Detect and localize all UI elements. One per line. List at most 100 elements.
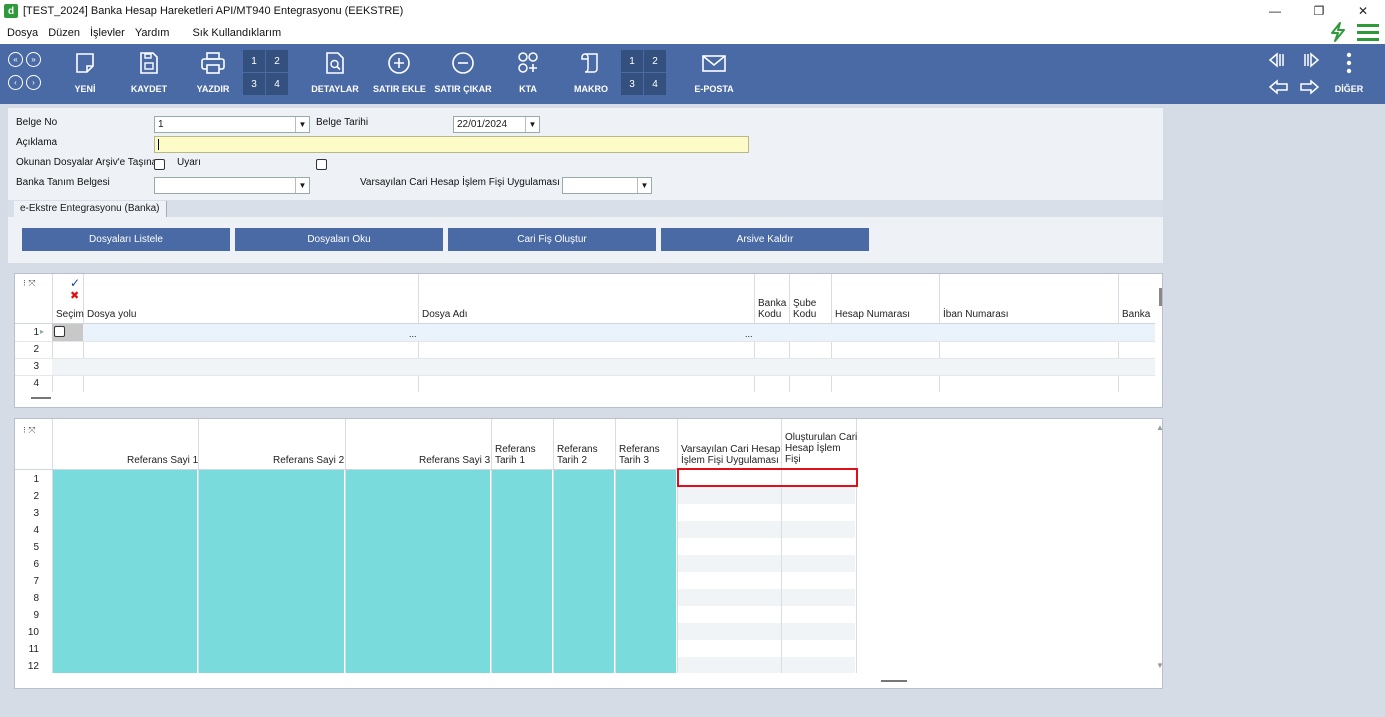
banka-tanim-select[interactable]: ▼: [154, 177, 310, 194]
aciklama-input[interactable]: [154, 136, 749, 153]
macro-2-button[interactable]: 2: [644, 50, 666, 72]
select-all-icon[interactable]: ✓: [70, 276, 80, 290]
chevron-down-icon[interactable]: ▼: [295, 178, 309, 193]
ref-tarih-3-column[interactable]: [616, 470, 676, 673]
row-select-checkbox[interactable]: [54, 326, 65, 337]
macro-1-button[interactable]: 1: [621, 50, 643, 72]
next-detail-icon[interactable]: [1298, 52, 1320, 71]
col-banka-kodu[interactable]: Banka Kodu: [758, 298, 786, 320]
path-browse-button[interactable]: ...: [409, 329, 417, 339]
row-number: 3: [33, 508, 39, 519]
resize-handle[interactable]: [31, 397, 51, 399]
macro-4-button[interactable]: 4: [644, 73, 666, 95]
col-referans-sayi-2[interactable]: Referans Sayi 2: [273, 455, 344, 466]
add-row-button[interactable]: SATIR EKLE: [373, 48, 426, 94]
grid-options-icon[interactable]: ⁝ ⤧: [23, 278, 36, 289]
last-record-icon[interactable]: »: [26, 52, 41, 67]
belge-no-value: 1: [158, 119, 164, 130]
minus-circle-icon: [434, 48, 492, 78]
calendar-dropdown-icon[interactable]: ▼: [525, 117, 539, 132]
first-record-icon[interactable]: «: [8, 52, 23, 67]
forward-arrow-icon[interactable]: [1298, 79, 1320, 98]
page-3-button[interactable]: 3: [243, 73, 265, 95]
details-button[interactable]: DETAYLAR: [310, 48, 360, 94]
highlighted-cell[interactable]: [677, 468, 858, 487]
ref-sayi-2-column[interactable]: [199, 470, 344, 673]
menu-dosya[interactable]: Dosya: [7, 27, 38, 39]
col-dosya-adi[interactable]: Dosya Adı: [422, 309, 468, 320]
vertical-scrollbar[interactable]: [1159, 288, 1162, 306]
prev-detail-icon[interactable]: [1268, 52, 1290, 71]
create-voucher-button[interactable]: Cari Fiş Oluştur: [448, 228, 656, 251]
action-bar: Dosyaları Listele Dosyaları Oku Cari Fiş…: [8, 217, 1163, 263]
archive-button[interactable]: Arsive Kaldır: [661, 228, 869, 251]
ref-sayi-1-column[interactable]: [53, 470, 197, 673]
more-button[interactable]: DİĞER: [1332, 48, 1366, 94]
deselect-all-icon[interactable]: ✖: [70, 289, 79, 302]
table-row[interactable]: [52, 324, 1155, 341]
belge-tarihi-label: Belge Tarihi: [316, 117, 369, 128]
page-selector-1: 1 2 3 4: [243, 50, 288, 95]
chevron-down-icon[interactable]: ▼: [295, 117, 309, 132]
scroll-up-icon[interactable]: ▲: [1156, 423, 1164, 432]
col-dosya-yolu[interactable]: Dosya yolu: [87, 309, 136, 320]
col-sube-kodu[interactable]: Şube Kodu: [793, 298, 816, 320]
ref-tarih-2-column[interactable]: [554, 470, 614, 673]
resize-handle[interactable]: [881, 680, 907, 682]
chevron-down-icon[interactable]: ▼: [637, 178, 651, 193]
tab-e-ekstre[interactable]: e-Ekstre Entegrasyonu (Banka): [14, 201, 167, 217]
grid-options-icon[interactable]: ⁝ ⤧: [23, 425, 36, 436]
uyari-checkbox[interactable]: [316, 159, 327, 170]
menu-yardim[interactable]: Yardım: [135, 27, 170, 39]
remove-row-button[interactable]: SATIR ÇIKAR: [434, 48, 492, 94]
new-button[interactable]: YENİ: [70, 48, 100, 94]
col-olusturulan-fis[interactable]: Oluşturulan Cari Hesap İşlem Fişi: [785, 432, 857, 465]
col-secim[interactable]: Seçim: [56, 309, 84, 320]
ref-tarih-1-column[interactable]: [492, 470, 552, 673]
col-referans-tarih-2[interactable]: Referans Tarih 2: [557, 444, 598, 466]
col-varsayilan-fis[interactable]: Varsayılan Cari Hesap İşlem Fişi Uygulama…: [681, 444, 780, 466]
prev-record-icon[interactable]: ‹: [8, 75, 23, 90]
save-button[interactable]: KAYDET: [129, 48, 169, 94]
macro-button[interactable]: MAKRO: [572, 48, 610, 94]
varsayilan-select[interactable]: ▼: [562, 177, 652, 194]
kta-button[interactable]: KTA: [514, 48, 542, 94]
printer-icon: [194, 48, 232, 78]
col-hesap-numarasi[interactable]: Hesap Numarası: [835, 309, 910, 320]
menu-islevler[interactable]: İşlevler: [90, 27, 125, 39]
name-browse-button[interactable]: ...: [745, 329, 753, 339]
close-button[interactable]: ✕: [1341, 0, 1385, 22]
menu-duzen[interactable]: Düzen: [48, 27, 80, 39]
list-files-button[interactable]: Dosyaları Listele: [22, 228, 230, 251]
back-arrow-icon[interactable]: [1268, 79, 1290, 98]
arsiv-checkbox[interactable]: [154, 159, 165, 170]
next-record-icon[interactable]: ›: [26, 75, 41, 90]
col-referans-sayi-3[interactable]: Referans Sayi 3: [419, 455, 490, 466]
read-files-button[interactable]: Dosyaları Oku: [235, 228, 443, 251]
belge-no-field[interactable]: 1 ▼: [154, 116, 310, 133]
row-number: 1: [33, 327, 39, 338]
page-4-button[interactable]: 4: [266, 73, 288, 95]
macro-3-button[interactable]: 3: [621, 73, 643, 95]
lightning-icon[interactable]: [1329, 21, 1347, 45]
minimize-button[interactable]: —: [1253, 0, 1297, 22]
scroll-down-icon[interactable]: ▼: [1156, 661, 1164, 670]
col-banka[interactable]: Banka: [1122, 309, 1150, 320]
menu-sik-kullanilanlar[interactable]: Sık Kullandıklarım: [192, 27, 281, 39]
ref-sayi-3-column[interactable]: [346, 470, 490, 673]
col-referans-tarih-3[interactable]: Referans Tarih 3: [619, 444, 660, 466]
page-2-button[interactable]: 2: [266, 50, 288, 72]
hamburger-menu-icon[interactable]: [1357, 23, 1379, 44]
email-button[interactable]: E-POSTA: [693, 48, 735, 94]
print-button[interactable]: YAZDIR: [194, 48, 232, 94]
scroll-icon: [572, 48, 610, 78]
page-selector-2: 1 2 3 4: [621, 50, 666, 95]
col-referans-tarih-1[interactable]: Referans Tarih 1: [495, 444, 536, 466]
page-1-button[interactable]: 1: [243, 50, 265, 72]
col-referans-sayi-1[interactable]: Referans Sayi 1: [127, 455, 198, 466]
details-label: DETAYLAR: [311, 84, 359, 94]
col-iban-numarasi[interactable]: İban Numarası: [943, 309, 1009, 320]
varsayilan-label: Varsayılan Cari Hesap İşlem Fişi Uygulam…: [360, 177, 560, 188]
restore-button[interactable]: ❐: [1297, 0, 1341, 22]
belge-tarihi-field[interactable]: 22/01/2024 ▼: [453, 116, 540, 133]
